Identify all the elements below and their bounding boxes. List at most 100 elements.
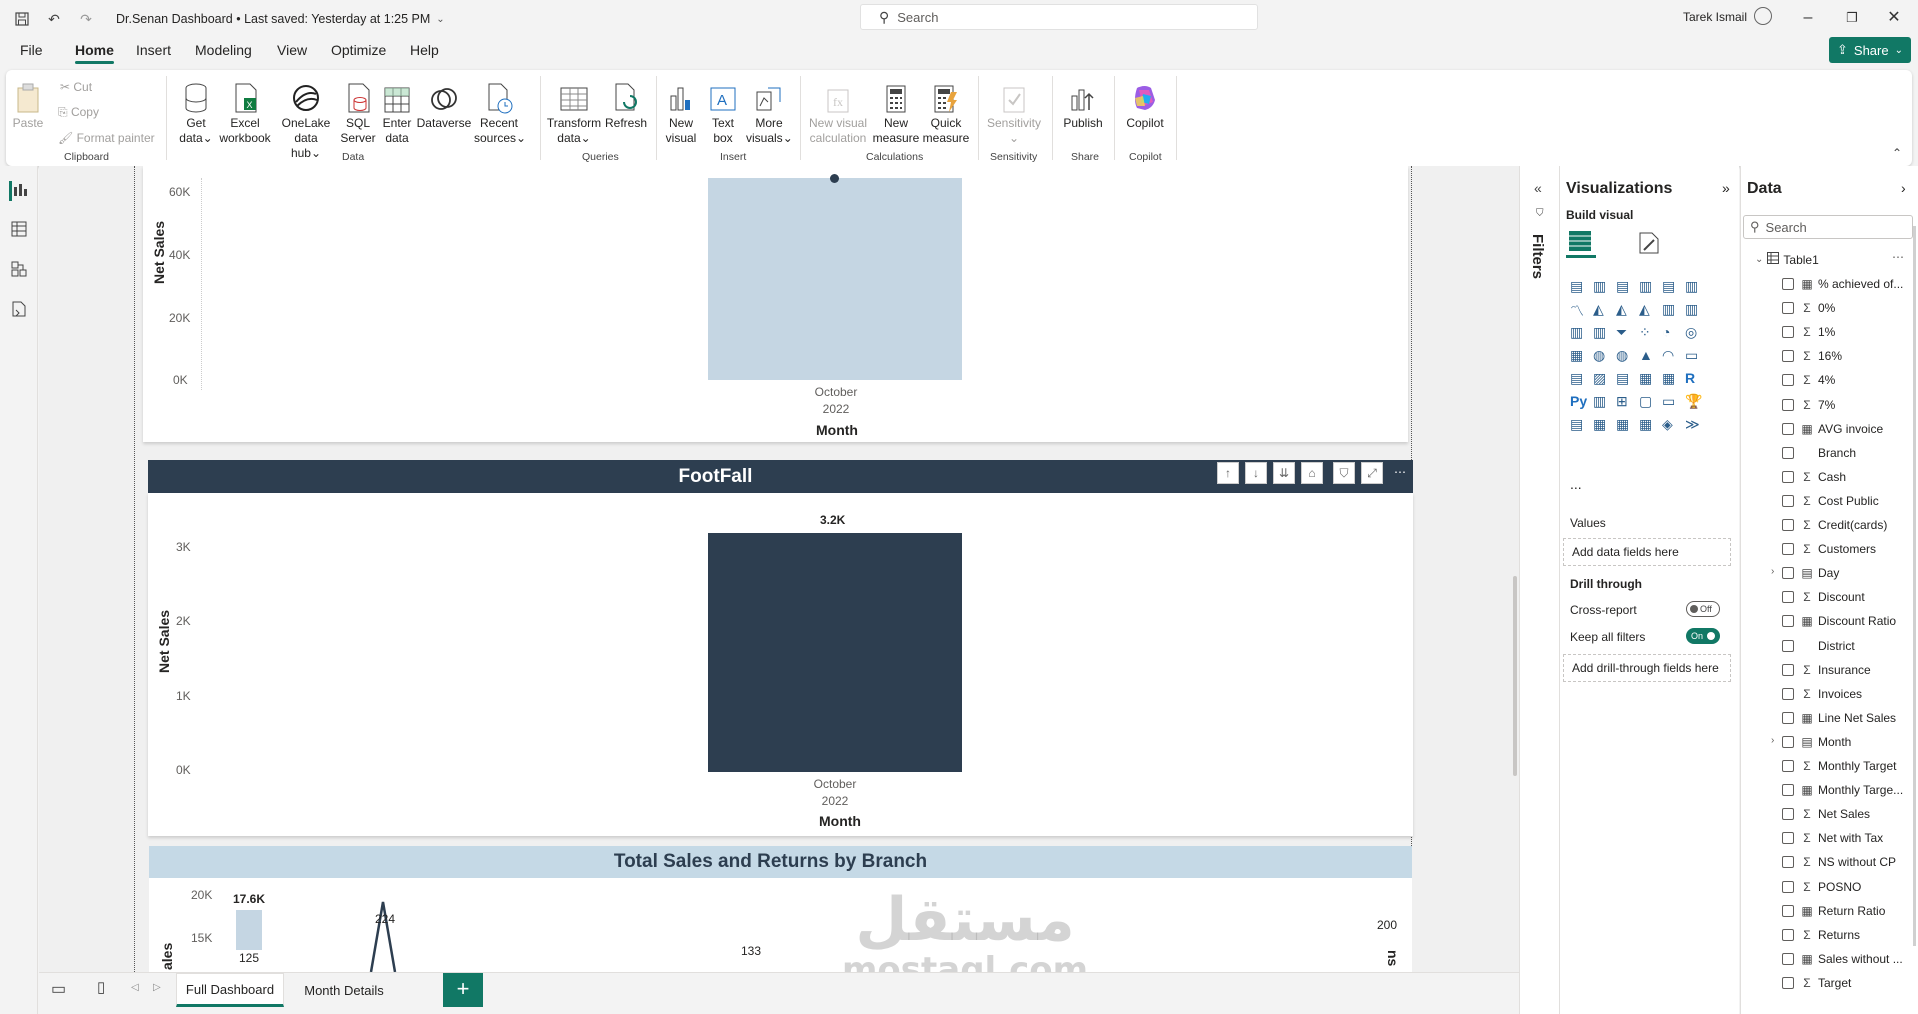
more-visuals-ellipsis[interactable]: ... — [1570, 476, 1582, 492]
field-item[interactable]: Σ Credit(cards) — [1758, 515, 1887, 535]
expand-filters-icon[interactable]: « — [1534, 180, 1542, 196]
qa-icon[interactable]: ▢ — [1639, 393, 1659, 413]
more-options-icon[interactable]: ⋯ — [1389, 462, 1411, 484]
text-box-button[interactable]: A Text box — [706, 76, 740, 146]
expand-chevron-icon[interactable]: › — [1771, 735, 1774, 746]
paste-button[interactable]: Paste — [12, 76, 44, 131]
map-icon[interactable]: ◍ — [1593, 347, 1613, 367]
field-item[interactable]: Σ Net Sales — [1758, 804, 1870, 824]
pie-chart-icon[interactable]: ◔ — [1662, 324, 1682, 344]
data-search-input[interactable]: ⚲ Search — [1743, 215, 1913, 239]
tab-home[interactable]: Home — [75, 42, 114, 64]
data-pane-scrollbar[interactable] — [1913, 226, 1916, 946]
narrative-icon[interactable]: ▭ — [1662, 393, 1682, 413]
net-sales-chart[interactable]: Net Sales 60K 40K 20K 0K October 2022 Mo… — [143, 166, 1408, 442]
field-checkbox[interactable] — [1782, 278, 1794, 290]
power-bi-icon[interactable]: ◈ — [1662, 416, 1682, 436]
drill-mode-icon[interactable]: ⌂ — [1301, 462, 1323, 484]
redo-icon[interactable]: ↷ — [78, 11, 94, 27]
canvas-scrollbar[interactable] — [1513, 576, 1517, 776]
transform-data-button[interactable]: Transform data⌄ — [546, 76, 602, 146]
field-item[interactable]: ▦ AVG invoice — [1758, 419, 1883, 439]
field-item[interactable]: ▦ Sales without ... — [1758, 949, 1903, 969]
collapse-pane-icon[interactable]: » — [1722, 180, 1730, 196]
keep-all-filters-toggle[interactable]: On — [1686, 628, 1720, 644]
quick-measure-button[interactable]: Quick measure — [922, 76, 970, 146]
area-chart-icon[interactable]: ◭ — [1593, 301, 1613, 321]
undo-icon[interactable]: ↶ — [46, 11, 62, 27]
filled-map-icon[interactable]: ◍ — [1616, 347, 1636, 367]
r-visual-icon[interactable]: R — [1685, 370, 1705, 390]
field-item[interactable]: Σ 16% — [1758, 346, 1842, 366]
field-checkbox[interactable] — [1782, 302, 1794, 315]
field-item[interactable]: Σ Returns — [1758, 925, 1860, 945]
format-visual-tab-icon[interactable] — [1636, 230, 1662, 261]
field-checkbox[interactable] — [1782, 326, 1794, 339]
decomposition-tree-icon[interactable]: ⊞ — [1616, 393, 1636, 413]
footfall-chart[interactable]: Net Sales 3K 2K 1K 0K 3.2K October 2022 … — [148, 493, 1413, 836]
scroll-left-icon[interactable]: ◁ — [131, 982, 139, 993]
clustered-column-icon[interactable]: ▥ — [1639, 278, 1659, 298]
drill-through-well[interactable]: Add drill-through fields here — [1563, 654, 1731, 682]
field-item[interactable]: Branch — [1758, 443, 1856, 463]
funnel-icon[interactable]: ⏷ — [1616, 324, 1636, 344]
field-item[interactable]: ▦ % achieved of... — [1758, 274, 1903, 294]
smart-narrative-icon[interactable]: ▦ — [1639, 416, 1659, 436]
field-checkbox[interactable] — [1782, 639, 1794, 652]
ribbon-chart-icon[interactable]: ▥ — [1570, 324, 1590, 344]
stacked-column-icon[interactable]: ▥ — [1593, 278, 1613, 298]
100-bar-icon[interactable]: ▤ — [1662, 278, 1682, 298]
field-checkbox[interactable] — [1782, 591, 1794, 604]
copy-button[interactable]: ⎘ Copy — [58, 105, 99, 120]
bar[interactable] — [708, 178, 962, 380]
chevron-down-icon[interactable]: ⌄ — [436, 14, 444, 25]
field-checkbox[interactable] — [1782, 735, 1794, 748]
excel-workbook-button[interactable]: X Excel workbook — [218, 76, 272, 146]
clustered-bar-icon[interactable]: ▤ — [1616, 278, 1636, 298]
new-measure-button[interactable]: New measure — [872, 76, 920, 146]
field-item[interactable]: ▦ Return Ratio — [1758, 901, 1885, 921]
model-view-icon[interactable] — [9, 261, 29, 281]
field-item[interactable]: Σ Target — [1758, 973, 1851, 993]
filters-pane-collapsed[interactable]: « ⛉ — [1519, 166, 1559, 1014]
field-checkbox[interactable] — [1782, 880, 1794, 893]
enter-data-button[interactable]: Enter data — [380, 76, 414, 146]
focus-mode-icon[interactable]: ⤢ — [1361, 462, 1383, 484]
goals-icon[interactable]: 🏆 — [1685, 393, 1705, 413]
field-item[interactable]: Σ Net with Tax — [1758, 828, 1883, 848]
data-point-marker[interactable] — [830, 174, 839, 183]
tab-modeling[interactable]: Modeling — [195, 42, 252, 58]
desktop-layout-icon[interactable]: ▭ — [51, 979, 66, 999]
sales-returns-chart[interactable]: 20K 15K ales 17.6K 125 224 133 200 ns — [149, 878, 1412, 972]
field-checkbox[interactable] — [1782, 760, 1794, 772]
key-influencers-icon[interactable]: ▥ — [1593, 393, 1613, 413]
page-tab-full-dashboard[interactable]: Full Dashboard — [176, 973, 284, 1007]
field-checkbox[interactable] — [1782, 711, 1794, 724]
collapse-ribbon-icon[interactable]: ⌃ — [1892, 146, 1902, 160]
tab-insert[interactable]: Insert — [136, 42, 171, 58]
field-item[interactable]: Σ 0% — [1758, 298, 1835, 318]
tab-optimize[interactable]: Optimize — [331, 42, 386, 58]
tab-help[interactable]: Help — [410, 42, 439, 58]
100-column-icon[interactable]: ▥ — [1685, 278, 1705, 298]
100-area-icon[interactable]: ◭ — [1639, 301, 1659, 321]
field-item[interactable]: Σ Cash — [1758, 467, 1846, 487]
field-item[interactable]: ▦ Monthly Targe... — [1758, 780, 1903, 800]
expand-chevron-icon[interactable]: › — [1771, 566, 1774, 577]
filter-icon[interactable]: ⛉ — [1333, 462, 1355, 484]
publish-button[interactable]: Publish — [1058, 76, 1108, 131]
line-chart-icon[interactable]: 〽 — [1570, 301, 1590, 321]
drill-up-icon[interactable]: ↑ — [1217, 462, 1239, 484]
field-item[interactable]: District — [1758, 636, 1855, 656]
sensitivity-button[interactable]: Sensitivity ⌄ — [984, 76, 1044, 146]
table-visual-icon[interactable]: ▦ — [1639, 370, 1659, 390]
field-checkbox[interactable] — [1782, 422, 1794, 435]
values-well[interactable]: Add data fields here — [1563, 538, 1731, 566]
field-item[interactable]: Σ Customers — [1758, 539, 1876, 559]
field-item[interactable]: ▦ Discount Ratio — [1758, 611, 1896, 631]
mobile-layout-icon[interactable]: ▯ — [97, 978, 105, 996]
table-view-icon[interactable] — [9, 221, 29, 241]
waterfall-icon[interactable]: ▥ — [1593, 324, 1613, 344]
power-automate-icon[interactable]: ▦ — [1616, 416, 1636, 436]
field-item[interactable]: Σ Insurance — [1758, 660, 1871, 680]
